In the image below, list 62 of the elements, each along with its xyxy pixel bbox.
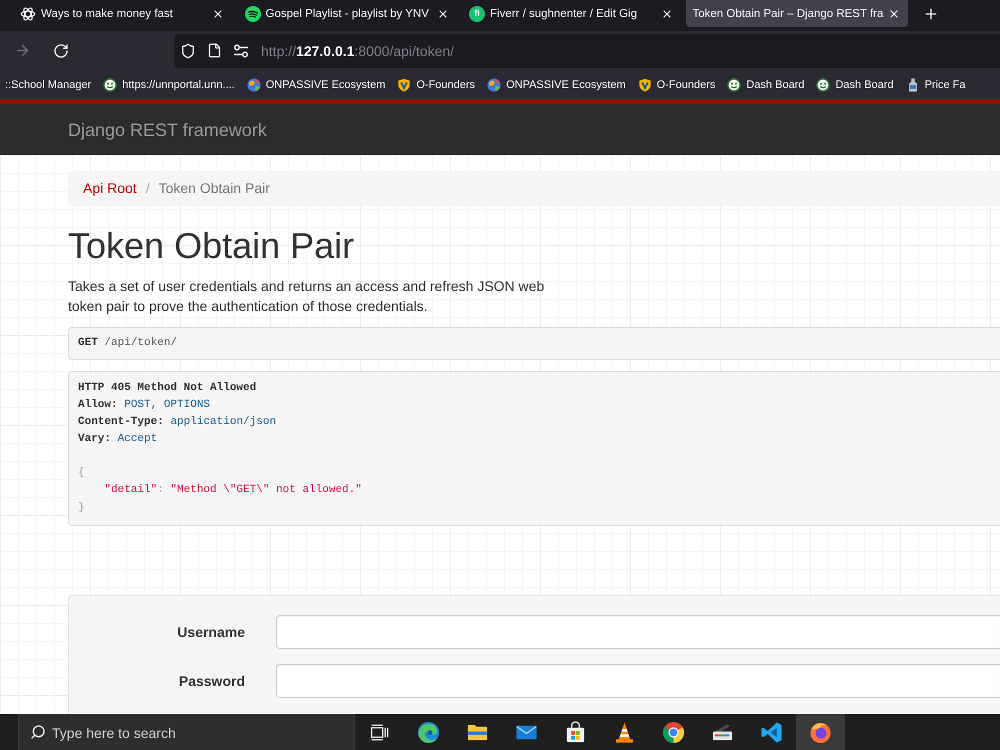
browser-tab[interactable]: Gospel Playlist - playlist by YNV [236,0,456,27]
close-icon[interactable] [661,8,673,20]
globe-icon [246,78,261,92]
shield-icon [638,78,652,92]
shopping-bag-icon [564,720,587,744]
page-title: Token Obtain Pair [68,226,354,266]
close-icon[interactable] [436,8,448,20]
input-field[interactable] [276,614,1000,649]
breadcrumb-link[interactable]: Api Root [83,179,137,198]
page-icon [207,43,222,58]
response-header: Content-Type: application/json [78,414,276,430]
bookmark-link[interactable]: ONPASSIVE Ecosystem [487,78,626,92]
face-icon [816,78,830,92]
bookmark-link[interactable]: Dash Board [816,78,894,92]
field-label: Password [178,672,245,691]
response-status: HTTP 405 Method Not Allowed [78,380,256,396]
breadcrumb-current: Token Obtain Pair [158,179,270,198]
breadcrumb-separator: / [146,179,150,198]
traffic-cone-icon [613,720,636,744]
shield-icon [397,78,412,92]
orb-icon [809,720,832,744]
toggles-icon [233,42,249,58]
bookmark-link[interactable]: ONPASSIVE Ecosystem [246,78,386,92]
bookmark-link[interactable]: Price Fa [906,78,966,92]
swirl-icon [417,720,440,744]
bookmark-link[interactable]: O-Founders [638,78,716,92]
taskbar-button[interactable] [796,714,845,750]
browser-tab[interactable]: fi Fiverr / sughnenter / Edit Gig [461,0,681,27]
face-icon [727,78,742,92]
atom-icon [20,6,36,22]
search-icon [30,724,46,740]
browser-tab[interactable]: Ways to make money fast [12,0,232,27]
address-bar[interactable]: http://127.0.0.1:8000/api/token/ [174,34,1000,68]
reload-icon[interactable] [53,42,69,58]
json-brace: { [78,466,85,482]
request-line: GET /api/token/ [78,336,178,351]
globe-icon [487,78,502,92]
brand-link[interactable]: Django REST framework [68,120,267,140]
bookmark-link[interactable]: ::School Manager [5,78,92,90]
search-field[interactable]: Type here to search [18,714,355,750]
bookmark-link[interactable]: Dash Board [727,78,804,92]
browser-tab[interactable]: Token Obtain Pair – Django REST fra [686,0,908,27]
shield-icon [180,42,196,58]
response-header: Allow: POST, OPTIONS [78,398,210,413]
task-view-icon [370,722,389,742]
chevron-logo-icon [760,720,783,744]
response-header: Vary: Accept [78,432,158,448]
json-brace: } [78,500,85,516]
bookmark-link[interactable]: https://unnportal.unn.... [103,78,235,92]
close-icon[interactable] [888,8,900,20]
letter-logo: fi [469,6,485,22]
segmented-circle-icon [662,720,685,744]
waves-logo-icon [244,6,260,22]
field-label: Username [177,622,245,642]
input-field[interactable] [276,664,1000,698]
page-description: Takes a set of user credentials and returns an access and refresh JSON web token pair to prove the authentication of those credentials. [68,276,546,316]
json-entry: "detail": "Method \"GET\" not allowed." [104,483,362,498]
bookmark-link[interactable]: O-Founders [397,78,476,92]
face-icon [103,78,118,92]
url-text: http://127.0.0.1:8000/api/token/ [261,42,454,58]
close-icon[interactable] [212,8,224,20]
plus-icon[interactable] [922,6,939,22]
